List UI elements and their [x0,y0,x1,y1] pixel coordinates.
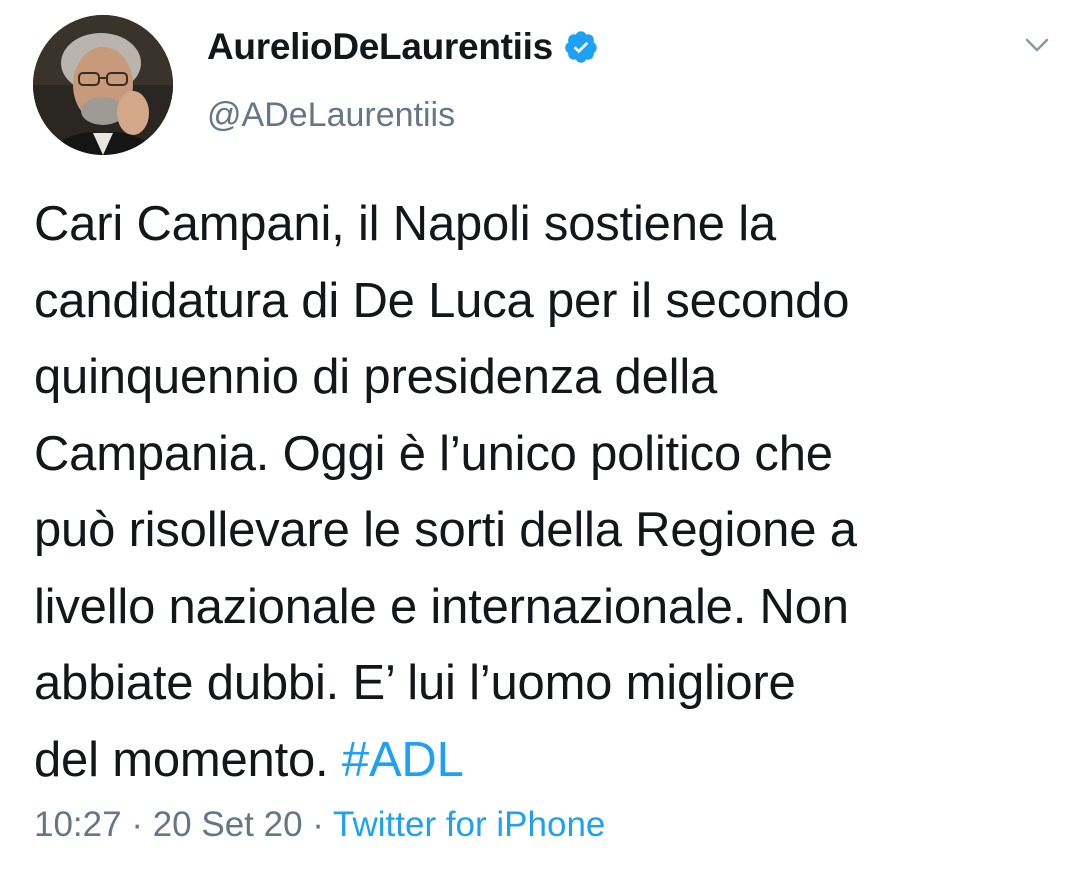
meta-separator: · [121,805,153,844]
tweet-line: abbiate dubbi. E’ lui l’uomo migliore [34,656,796,710]
tweet-line: può risollevare le sorti della Regione a [34,503,857,557]
tweet-line-last: del momento. #ADL [34,722,1064,799]
display-name[interactable]: AurelioDeLaurentiis [207,26,553,68]
tweet-line: quinquennio di presidenza della [34,350,718,404]
tweet-meta: 10:27 · 20 Set 20 · Twitter for iPhone [34,805,605,845]
chevron-down-icon[interactable] [1024,32,1050,58]
meta-separator: · [302,805,334,844]
tweet-line: Cari Campani, il Napoli sostiene la [34,197,776,251]
verified-badge-icon [563,29,599,65]
tweet-line-text: del momento. [34,732,342,787]
source-link[interactable]: Twitter for iPhone [333,805,605,844]
tweet-date[interactable]: 20 Set 20 [153,805,303,844]
avatar[interactable] [33,15,173,155]
tweet-line: candidatura di De Luca per il secondo [34,273,850,328]
name-row: AurelioDeLaurentiis [207,22,599,72]
tweet-time[interactable]: 10:27 [34,805,122,844]
avatar-photo [33,15,173,155]
tweet-card: AurelioDeLaurentiis @ADeLaurentiis Cari … [0,0,1080,891]
tweet-line: livello nazionale e internazionale. Non [34,579,849,634]
hashtag-link[interactable]: #ADL [342,733,464,787]
tweet-line: Campania. Oggi è l’unico politico che [34,426,833,481]
user-handle[interactable]: @ADeLaurentiis [207,96,599,135]
tweet-text: Cari Campani, il Napoli sostiene la cand… [34,186,1064,798]
author-info: AurelioDeLaurentiis @ADeLaurentiis [207,22,599,135]
